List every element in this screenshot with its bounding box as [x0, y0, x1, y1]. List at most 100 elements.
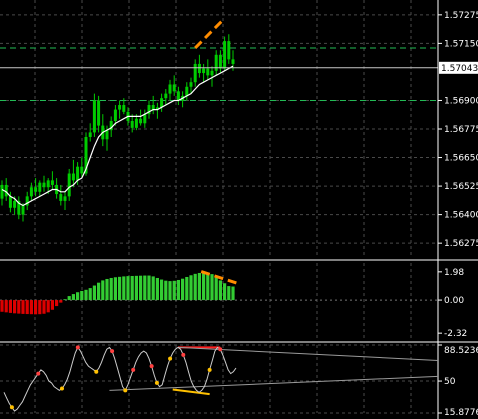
candle-body: [143, 114, 147, 124]
histogram-bar: [134, 275, 138, 301]
histogram-bar: [80, 290, 84, 301]
histogram-bar: [21, 300, 25, 314]
histogram-bar: [113, 277, 117, 301]
candle-body: [122, 105, 126, 112]
candle-body: [185, 86, 189, 96]
main-grid: [0, 0, 438, 258]
candle-body: [63, 196, 67, 201]
rsi-trend-lines[interactable]: [109, 346, 439, 396]
rsi-line: [3, 346, 237, 412]
histogram-bar: [0, 300, 4, 312]
moving-average-line: [1, 65, 234, 207]
histogram-bar: [92, 285, 96, 301]
rsi-high-point: [218, 347, 223, 352]
rsi-tick-label: 15.8776: [444, 408, 478, 418]
rsi-high-point: [36, 371, 41, 376]
histogram-bar: [139, 275, 143, 301]
histogram-bar: [8, 300, 12, 313]
rsi-tick-label: 50: [444, 377, 456, 387]
candle-body: [134, 118, 138, 128]
rsi-low-point: [9, 405, 14, 410]
candle-body: [50, 180, 54, 185]
candle-body: [71, 173, 75, 181]
histogram-bar: [122, 276, 126, 301]
histogram-bar: [185, 276, 189, 301]
histogram-bar: [126, 276, 130, 301]
candlestick-series[interactable]: [0, 34, 235, 222]
oscillator-grid: [34, 263, 412, 340]
candle-body: [176, 91, 180, 101]
histogram-bar: [55, 300, 59, 307]
histogram-bar: [71, 294, 75, 301]
rsi-trend-line-projection: [177, 346, 439, 361]
price-tick-label: 1.56525: [444, 182, 478, 192]
histogram-bar: [143, 275, 147, 301]
candle-body: [197, 63, 201, 74]
price-axis: 1.57275 1.57150 1.56900 1.56775 1.56650 1.565…: [438, 11, 478, 249]
candle-body: [92, 100, 96, 133]
candle-body: [42, 182, 46, 188]
rsi-high-point: [149, 364, 154, 369]
price-trend-annotation[interactable]: [194, 17, 226, 50]
current-price-tag: 1.57043: [439, 61, 478, 74]
histogram-bar: [4, 300, 8, 313]
histogram-bar: [168, 281, 172, 301]
rsi-low-point: [123, 388, 128, 393]
histogram-bar: [67, 296, 71, 301]
histogram-bar: [118, 276, 122, 301]
rsi-low-point: [168, 356, 173, 361]
oscillator-tick-label: 1.98: [444, 268, 464, 278]
price-tick-label: 1.57150: [444, 39, 478, 49]
histogram-bar: [105, 278, 109, 301]
price-tick-label: 1.56400: [444, 211, 478, 221]
candle-body: [97, 100, 101, 126]
price-tick-label: 1.56900: [444, 96, 478, 106]
histogram-bar: [151, 276, 155, 301]
histogram-bar: [147, 275, 151, 301]
price-tick-label: 1.57275: [444, 11, 478, 21]
histogram-bar: [202, 272, 206, 301]
candle-body: [67, 173, 71, 197]
oscillator-tick-label: 0.00: [444, 296, 464, 306]
histogram-bar: [164, 280, 168, 301]
histogram-bar: [17, 300, 21, 314]
histogram-bar: [13, 300, 17, 314]
histogram-bar: [88, 288, 92, 301]
histogram-bar: [84, 289, 88, 301]
histogram-bar: [227, 286, 231, 301]
candle-body: [46, 180, 50, 188]
histogram-bar: [46, 300, 50, 313]
rsi-high-point: [131, 367, 136, 372]
histogram-bar: [214, 276, 218, 301]
rsi-tick-label: 88.5236: [444, 346, 478, 356]
candle-body: [214, 54, 218, 71]
candle-body: [139, 118, 143, 124]
rsi-high-point: [181, 352, 186, 357]
chart-canvas: 1.57275 1.57150 1.56900 1.56775 1.56650 1.565…: [0, 0, 478, 419]
candle-body: [118, 105, 122, 110]
histogram-bar: [42, 300, 46, 314]
candle-body: [210, 70, 214, 76]
candle-body: [231, 59, 235, 64]
candle-body: [8, 196, 12, 208]
oscillator-tick-label: -2.32: [444, 329, 467, 339]
candle-body: [38, 182, 42, 192]
candle-body: [0, 184, 4, 199]
candle-body: [164, 93, 168, 99]
histogram-bar: [218, 280, 222, 301]
histogram-bar: [25, 300, 29, 315]
histogram-bar: [193, 273, 197, 301]
candle-body: [21, 205, 25, 215]
histogram-bar: [34, 300, 38, 315]
price-tick-label: 1.56275: [444, 239, 478, 249]
price-tick-label: 1.56775: [444, 125, 478, 135]
histogram-bar: [160, 279, 164, 301]
histogram-bar: [231, 286, 235, 301]
rsi-axis: 88.5236 50 15.8776: [438, 344, 478, 418]
histogram-bar: [29, 300, 33, 315]
histogram-bar: [97, 282, 101, 301]
oscillator-axis: 1.98 0.00 -2.32: [438, 268, 467, 339]
histogram-bar: [181, 278, 185, 301]
histogram-bar: [155, 277, 159, 301]
oscillator-histogram: [0, 272, 235, 315]
